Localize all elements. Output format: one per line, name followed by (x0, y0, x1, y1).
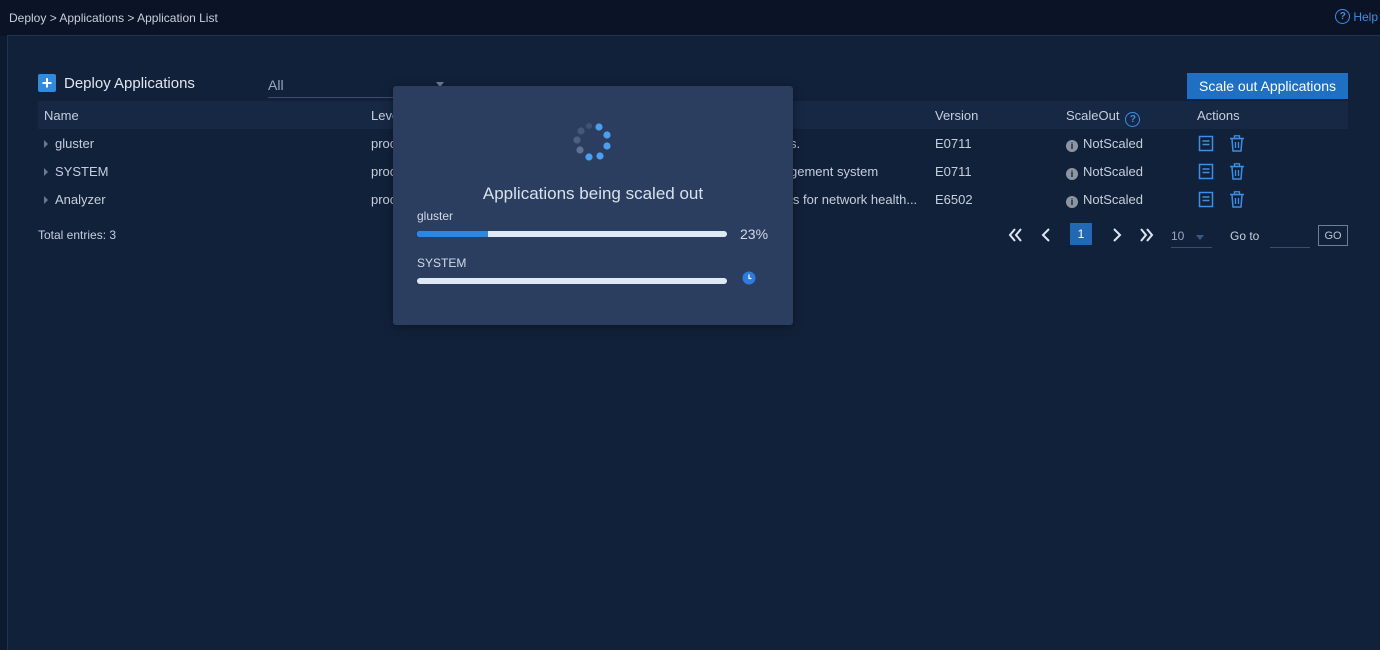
plus-square-icon[interactable]: + (38, 74, 56, 92)
caret-down-icon (1196, 235, 1204, 240)
clock-icon (742, 271, 756, 285)
cell-version: E0711 (935, 136, 972, 151)
scaleout-status: NotScaled (1083, 164, 1143, 179)
scale-out-progress-dialog: Applications being scaled out gluster 23… (393, 86, 793, 325)
scaleout-status: NotScaled (1083, 192, 1143, 207)
trash-icon[interactable] (1229, 191, 1245, 208)
trash-icon[interactable] (1229, 135, 1245, 152)
page-1-button[interactable]: 1 (1070, 223, 1092, 245)
details-icon[interactable] (1198, 135, 1214, 152)
question-circle-icon[interactable]: ? (1125, 112, 1141, 127)
progress-bar (417, 278, 727, 284)
info-icon: i (1066, 196, 1078, 208)
column-header-scaleout: ScaleOut? (1066, 108, 1141, 127)
page-size-select[interactable]: 10 (1171, 224, 1212, 248)
scale-out-applications-button[interactable]: Scale out Applications (1187, 73, 1348, 99)
breadcrumb: Deploy > Applications > Application List (9, 11, 218, 25)
section-title: Deploy Applications (64, 74, 195, 92)
cell-name: SYSTEM (55, 164, 109, 179)
page-size-value: 10 (1171, 229, 1185, 243)
expand-row-icon[interactable] (44, 196, 48, 204)
progress-bar-fill (417, 231, 489, 237)
expand-row-icon[interactable] (44, 140, 48, 148)
goto-page-input[interactable] (1270, 224, 1310, 248)
progress-percent: 23% (740, 226, 769, 242)
help-label: Help (1353, 9, 1378, 24)
cell-scaleout: i NotScaled (1066, 136, 1143, 152)
loading-spinner-icon (573, 123, 611, 161)
total-entries: Total entries: 3 (38, 228, 117, 242)
top-bar: Deploy > Applications > Application List… (0, 0, 1380, 36)
question-circle-icon: ? (1335, 9, 1351, 24)
details-icon[interactable] (1198, 163, 1214, 180)
cell-name: gluster (55, 136, 95, 151)
dialog-title: Applications being scaled out (482, 184, 704, 203)
trash-icon[interactable] (1229, 163, 1245, 180)
cell-scaleout: i NotScaled (1066, 164, 1143, 180)
progress-item-label: SYSTEM (417, 256, 467, 270)
cell-name: Analyzer (55, 192, 106, 207)
last-page-icon[interactable] (1139, 226, 1155, 244)
scaleout-status: NotScaled (1083, 136, 1143, 151)
filter-selected-value: All (268, 77, 284, 93)
column-header-version: Version (935, 108, 979, 123)
column-header-name: Name (44, 108, 79, 123)
goto-label: Go to (1230, 229, 1260, 243)
next-page-icon[interactable] (1109, 226, 1125, 244)
progress-bar (417, 231, 727, 237)
section-header: + Deploy Applications (38, 74, 195, 92)
cell-version: E0711 (935, 164, 972, 179)
details-icon[interactable] (1198, 191, 1214, 208)
cell-scaleout: i NotScaled (1066, 192, 1143, 208)
scaleout-header-label: ScaleOut (1066, 108, 1120, 123)
cell-description: gement system (790, 164, 879, 179)
cell-version: E6502 (935, 192, 973, 207)
progress-item-label: gluster (417, 209, 454, 223)
info-icon: i (1066, 140, 1078, 152)
info-icon: i (1066, 168, 1078, 180)
column-header-actions: Actions (1197, 108, 1240, 123)
expand-row-icon[interactable] (44, 168, 48, 176)
cell-description: is for network health... (790, 192, 918, 207)
first-page-icon[interactable] (1007, 226, 1023, 244)
help-link[interactable]: ? Help (1335, 9, 1378, 24)
prev-page-icon[interactable] (1038, 226, 1054, 244)
go-button[interactable]: GO (1318, 225, 1348, 246)
